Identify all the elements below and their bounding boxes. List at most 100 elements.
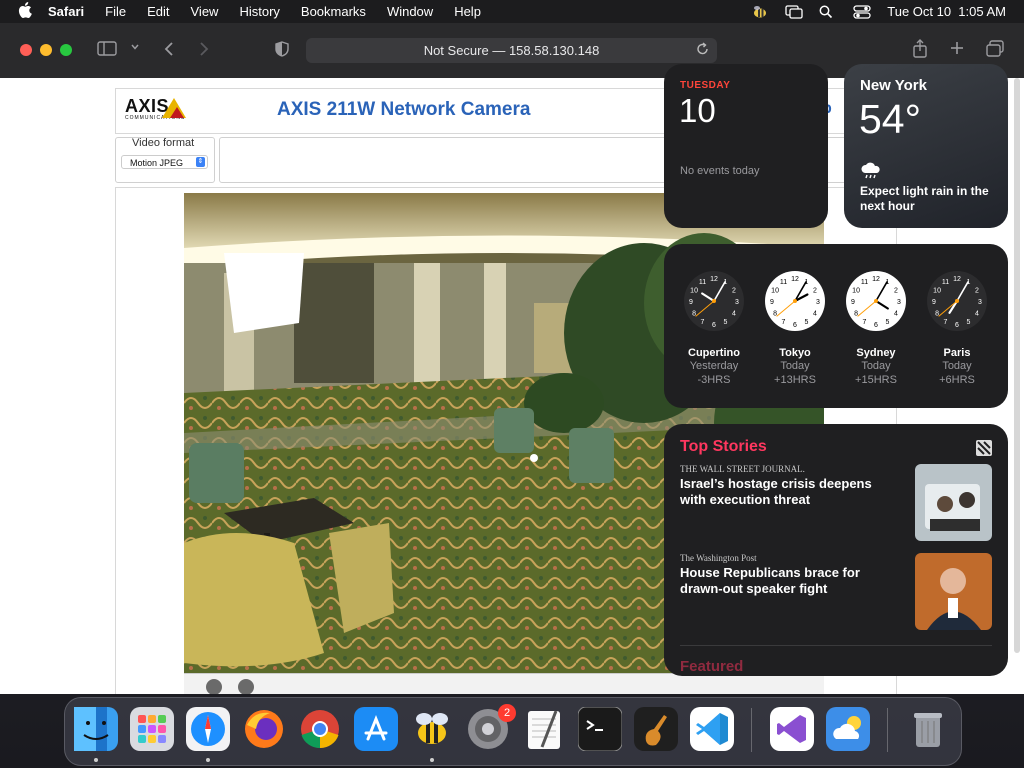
tab-group-chevron-icon[interactable] [130,42,140,55]
apple-menu-icon[interactable] [18,1,34,22]
visual-studio-icon[interactable] [770,707,814,751]
page-scrollbar[interactable] [1014,78,1020,653]
calendar-widget[interactable]: TUESDAY 10 No events today [664,64,828,228]
terminal-icon[interactable] [577,706,623,752]
running-indicator [206,758,210,762]
clock-day: Yesterday [689,360,739,372]
stop-button[interactable] [206,679,222,694]
safari-icon[interactable] [186,707,230,751]
svg-text:12: 12 [710,276,718,283]
menu-bookmarks[interactable]: Bookmarks [301,4,366,19]
svg-text:5: 5 [967,319,971,326]
menu-history[interactable]: History [239,4,279,19]
clock-offset: +13HRS [774,374,816,386]
world-clock-widget[interactable]: 123456789101112 Cupertino Yesterday -3HR… [664,244,1008,408]
screen-mirroring-icon[interactable] [785,4,803,19]
menu-file[interactable]: File [105,4,126,19]
menu-bar: Safari File Edit View History Bookmarks … [0,0,1024,23]
menu-view[interactable]: View [191,4,219,19]
svg-text:8: 8 [854,311,858,318]
svg-text:6: 6 [955,322,959,329]
svg-text:4: 4 [894,311,898,318]
share-icon[interactable] [912,39,928,62]
clock-datetime[interactable]: Tue Oct 10 1:05 AM [887,4,1006,19]
svg-text:10: 10 [690,288,698,295]
svg-text:7: 7 [863,319,867,326]
svg-text:3: 3 [735,299,739,306]
svg-text:8: 8 [692,311,696,318]
svg-text:2: 2 [813,288,817,295]
spotlight-search-icon[interactable] [819,5,837,19]
launchpad-icon[interactable] [130,707,174,751]
svg-text:9: 9 [770,299,774,306]
clock-sydney: 123456789101112 Sydney Today +15HRS [844,270,908,387]
clock-offset: +15HRS [855,374,897,386]
privacy-shield-icon[interactable] [275,41,289,61]
textedit-icon[interactable] [522,707,566,751]
svg-text:5: 5 [805,319,809,326]
close-window-button[interactable] [20,44,32,56]
svg-text:11: 11 [780,279,787,286]
menu-edit[interactable]: Edit [147,4,169,19]
menu-app-name[interactable]: Safari [48,4,84,19]
bee-status-icon[interactable] [751,5,769,19]
clock-day: Today [861,360,891,372]
news-thumbnail-2[interactable] [915,553,992,630]
trash-icon[interactable] [906,707,950,751]
new-tab-icon[interactable] [949,40,965,60]
bee-icon[interactable] [410,707,454,751]
forward-icon[interactable] [198,41,210,61]
zoom-window-button[interactable] [60,44,72,56]
running-indicator [94,758,98,762]
clock-day: Today [942,360,972,372]
app-store-icon[interactable] [354,707,398,751]
clock-day: Today [780,360,810,372]
svg-text:10: 10 [852,288,860,295]
news-widget[interactable]: Top Stories THE WALL STREET JOURNAL. Isr… [664,424,1008,676]
news-thumbnail-1[interactable] [915,464,992,541]
menu-help[interactable]: Help [454,4,481,19]
svg-text:4: 4 [813,311,817,318]
clock-offset: +6HRS [939,374,975,386]
news-headline: House Republicans brace for drawn-out sp… [680,565,860,596]
svg-text:6: 6 [712,322,716,329]
svg-text:10: 10 [771,288,779,295]
dock-separator [887,708,888,752]
garageband-icon[interactable] [634,707,678,751]
tab-overview-icon[interactable] [986,40,1004,61]
clock-offset: -3HRS [697,374,731,386]
firefox-icon[interactable] [242,707,286,751]
back-icon[interactable] [163,41,175,61]
svg-text:9: 9 [689,299,693,306]
sidebar-toggle-icon[interactable] [97,41,117,60]
clock-city: Paris [943,347,971,359]
svg-text:12: 12 [953,276,961,283]
svg-text:8: 8 [773,311,777,318]
chrome-icon[interactable] [298,707,342,751]
video-format-select[interactable]: Motion JPEG ⇕ [121,155,208,169]
news-headline: Israel’s hostage crisis deepens with exe… [680,476,872,507]
svg-text:2: 2 [975,288,979,295]
play-button[interactable] [238,679,254,694]
minimize-window-button[interactable] [40,44,52,56]
svg-text:2: 2 [894,288,898,295]
news-source: The Washington Post [680,553,757,563]
svg-text:12: 12 [872,276,880,283]
vscode-icon[interactable] [690,707,734,751]
clock-city: Tokyo [779,347,811,359]
svg-text:7: 7 [782,319,786,326]
news-story-1[interactable]: THE WALL STREET JOURNAL. Israel’s hostag… [680,464,900,508]
reload-icon[interactable] [696,42,709,59]
control-center-icon[interactable] [853,4,871,19]
svg-text:3: 3 [897,299,901,306]
axis-logo-inner-triangle-icon [170,107,184,118]
address-bar[interactable]: Not Secure — 158.58.130.148 [306,38,717,63]
clock-tokyo: 123456789101112 Tokyo Today +13HRS [763,270,827,387]
select-arrows-icon: ⇕ [196,157,205,167]
menu-window[interactable]: Window [387,4,433,19]
finder-icon[interactable] [74,707,118,751]
svg-text:8: 8 [935,311,939,318]
weather-widget[interactable]: New York 54° Expect light rain in the ne… [844,64,1008,228]
weather-icon[interactable] [826,707,870,751]
news-story-2[interactable]: The Washington Post House Republicans br… [680,553,900,597]
